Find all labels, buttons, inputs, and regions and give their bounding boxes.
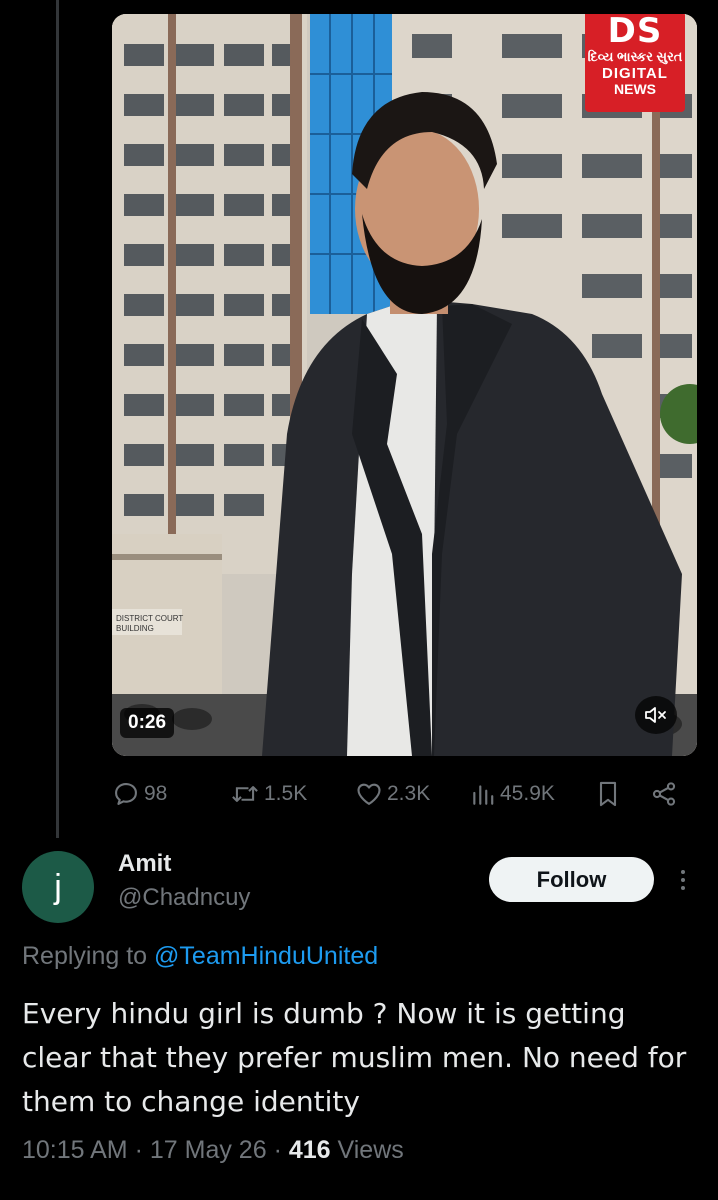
tweet-text: Every hindu girl is dumb ? Now it is get… (22, 997, 687, 1118)
logo-script: દિવ્ય ભાસ્કર સુરત (587, 49, 683, 64)
logo-brand: DS (607, 14, 663, 51)
svg-text:BUILDING: BUILDING (116, 624, 154, 633)
author-handle[interactable]: @Chadncuy (118, 884, 250, 912)
reply-count: 98 (144, 782, 168, 805)
reply-icon (115, 783, 137, 805)
tweet-views-label: Views (337, 1136, 404, 1164)
repost-button[interactable]: 1.5K (230, 776, 307, 812)
more-dot-icon (681, 878, 685, 882)
logo-news: NEWS (614, 81, 656, 97)
avatar[interactable]: j (22, 851, 94, 923)
heart-icon (357, 783, 381, 805)
svg-text:DISTRICT COURT: DISTRICT COURT (116, 614, 183, 623)
follow-button[interactable]: Follow (489, 857, 654, 902)
analytics-icon (473, 785, 494, 805)
more-options-button[interactable] (672, 860, 694, 900)
video-duration: 0:26 (120, 708, 175, 738)
news-logo: DS દિવ્ય ભાસ્કર સુરત DIGITAL NEWS (585, 14, 685, 112)
more-dot-icon (681, 886, 685, 890)
more-dot-icon (681, 870, 685, 874)
logo-digital: DIGITAL (602, 65, 668, 82)
views-count: 45.9K (500, 782, 555, 805)
tweet-action-bar: 98 1.5K 2.3K 45.9K (112, 776, 697, 812)
tweet-meta: 10:15 AM · 17 May 26 · 416 Views (22, 1136, 404, 1165)
views-button[interactable]: 45.9K (470, 776, 555, 812)
tweet-date[interactable]: 17 May 26 (150, 1136, 267, 1164)
replying-prefix: Replying to (22, 942, 148, 970)
replying-to: Replying to @TeamHinduUnited (22, 942, 378, 971)
video-player[interactable]: DISTRICT COURT BUILDING DS દિવ્ય ભાસ્કર … (112, 14, 697, 756)
mute-button[interactable] (635, 696, 677, 734)
like-count: 2.3K (387, 782, 431, 805)
repost-count: 1.5K (264, 782, 308, 805)
video-frame: DISTRICT COURT BUILDING (112, 14, 697, 756)
tweet-time[interactable]: 10:15 AM (22, 1136, 128, 1164)
meta-separator: · (273, 1136, 289, 1164)
meta-separator: · (134, 1136, 150, 1164)
bookmark-icon (599, 781, 617, 807)
speaker-muted-icon (645, 707, 666, 723)
tweet-views-count[interactable]: 416 (289, 1136, 331, 1164)
like-button[interactable]: 2.3K (355, 776, 430, 812)
repost-icon (232, 786, 258, 802)
bookmark-button[interactable] (596, 776, 620, 812)
thread-line (56, 0, 59, 838)
replying-to-link[interactable]: @TeamHinduUnited (154, 942, 378, 970)
author-name[interactable]: Amit (118, 850, 171, 878)
reply-button[interactable]: 98 (112, 776, 167, 812)
share-icon (652, 782, 676, 806)
share-button[interactable] (650, 776, 678, 812)
